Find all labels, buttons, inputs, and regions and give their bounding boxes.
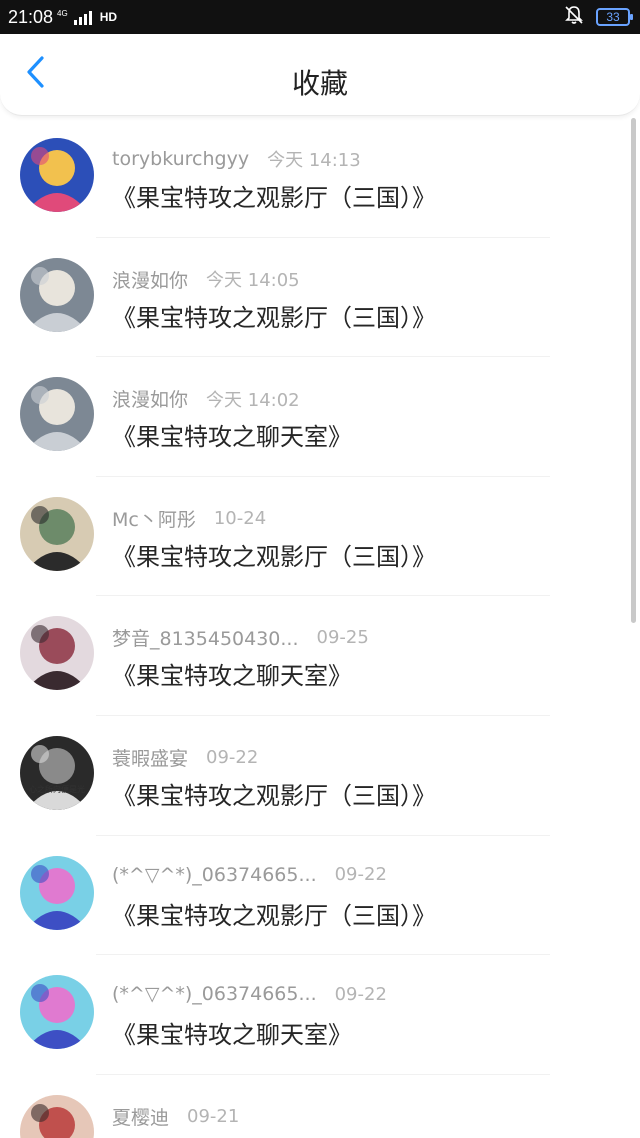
username: torybkurchgyy xyxy=(112,148,250,170)
room-name: 《果宝特攻之聊天室》 xyxy=(112,662,352,691)
status-right: 33 xyxy=(564,5,633,29)
status-bar: 21:08 4G HD 33 xyxy=(0,0,640,34)
list-item[interactable]: 心之所向便是光 蓑暇盛宴 09-22 《果宝特攻之观影厅（三国）》 xyxy=(0,716,640,836)
list-item[interactable]: torybkurchgyy 今天 14:13 《果宝特攻之观影厅（三国）》 xyxy=(0,118,640,238)
page-title: 收藏 xyxy=(291,67,348,100)
scrollbar[interactable] xyxy=(631,118,636,623)
list-item[interactable]: 浪漫如你 今天 14:05 《果宝特攻之观影厅（三国）》 xyxy=(0,238,640,358)
timestamp: 09-22 xyxy=(334,864,387,886)
avatar[interactable] xyxy=(20,975,94,1050)
list-item[interactable]: Mc丶阿彤 10-24 《果宝特攻之观影厅（三国）》 xyxy=(0,477,640,597)
room-name: 《果宝特攻之观影厅（三国）》 xyxy=(112,303,436,332)
avatar[interactable] xyxy=(20,616,94,691)
avatar[interactable] xyxy=(20,496,94,571)
avatar[interactable] xyxy=(20,377,94,452)
username: 蓑暇盛宴 xyxy=(112,747,189,770)
status-time: 21:08 xyxy=(8,6,54,27)
item-meta: 浪漫如你 今天 14:02 xyxy=(112,385,300,412)
item-meta: 浪漫如你 今天 14:05 xyxy=(112,266,300,293)
avatar[interactable] xyxy=(20,257,94,332)
battery-icon: 33 xyxy=(596,8,633,26)
avatar-caption: 心之所向便是光 xyxy=(29,784,85,794)
timestamp: 今天 14:05 xyxy=(206,270,300,292)
username: 夏樱迪 xyxy=(112,1106,170,1129)
username: 梦音_8135450430... xyxy=(112,628,299,651)
network-label: 4G xyxy=(57,8,68,18)
username: 浪漫如你 xyxy=(112,269,189,292)
username: (*^▽^*)_06374665... xyxy=(112,863,317,886)
item-meta: 蓑暇盛宴 09-22 xyxy=(112,744,258,771)
timestamp: 今天 14:13 xyxy=(267,150,361,171)
timestamp: 09-22 xyxy=(334,983,387,1005)
room-name: 《果宝特攻之观影厅（三国）》 xyxy=(112,542,436,571)
room-name: 《果宝特攻之观影厅（三国）》 xyxy=(112,901,436,930)
list-item[interactable]: 梦音_8135450430... 09-25 《果宝特攻之聊天室》 xyxy=(0,596,640,716)
bell-muted-icon xyxy=(564,5,584,29)
signal-icon xyxy=(73,9,92,25)
avatar[interactable]: 心之所向便是光 xyxy=(20,735,94,810)
timestamp: 今天 14:02 xyxy=(206,389,300,411)
avatar[interactable] xyxy=(20,1094,94,1138)
avatar[interactable] xyxy=(20,855,94,930)
status-left: 21:08 4G HD xyxy=(8,7,117,28)
timestamp: 09-21 xyxy=(187,1105,240,1127)
item-meta: 梦音_8135450430... 09-25 xyxy=(112,624,369,651)
username: (*^▽^*)_06374665... xyxy=(112,983,317,1006)
timestamp: 10-24 xyxy=(213,507,267,529)
hd-label: HD xyxy=(99,10,118,24)
header: 收藏 xyxy=(0,34,640,116)
item-meta: torybkurchgyy 今天 14:13 xyxy=(112,146,361,172)
username: 浪漫如你 xyxy=(112,389,189,412)
list-item[interactable]: (*^▽^*)_06374665... 09-22 《果宝特攻之观影厅（三国）》 xyxy=(0,836,640,956)
list-item[interactable]: (*^▽^*)_06374665... 09-22 《果宝特攻之聊天室》 xyxy=(0,955,640,1075)
avatar[interactable] xyxy=(20,138,94,212)
room-name: 《果宝特攻之聊天室》 xyxy=(112,423,352,452)
timestamp: 09-22 xyxy=(206,746,259,768)
timestamp: 09-25 xyxy=(316,627,369,649)
room-name: 《果宝特攻之聊天室》 xyxy=(112,1021,352,1050)
item-meta: (*^▽^*)_06374665... 09-22 xyxy=(112,983,387,1005)
list-item[interactable]: 浪漫如你 今天 14:02 《果宝特攻之聊天室》 xyxy=(0,357,640,477)
item-meta: Mc丶阿彤 10-24 xyxy=(112,505,266,532)
room-name: 《果宝特攻之观影厅（三国）》 xyxy=(112,781,436,810)
item-meta: (*^▽^*)_06374665... 09-22 xyxy=(112,864,387,886)
room-name: 《果宝特攻之观影厅（三国）》 xyxy=(112,184,436,212)
favorites-list: torybkurchgyy 今天 14:13 《果宝特攻之观影厅（三国）》 浪漫如你今… xyxy=(0,118,640,1138)
item-meta: 夏樱迪 09-21 xyxy=(112,1103,239,1130)
list-item[interactable]: 夏樱迪09-21《果宝特攻之观影厅（三国）》 xyxy=(0,1075,640,1138)
username: Mc丶阿彤 xyxy=(112,508,196,531)
